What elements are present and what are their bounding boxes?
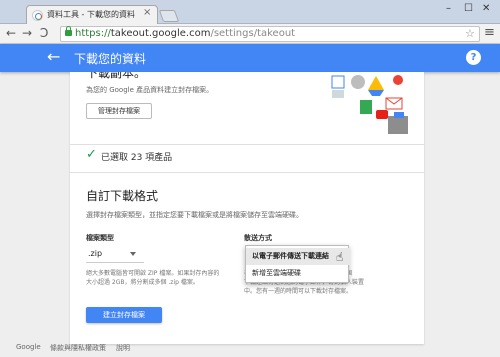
google-favicon-icon — [32, 10, 43, 21]
page-title: 下載您的資料 — [74, 52, 147, 66]
manage-archives-button[interactable]: 管理封存檔案 — [86, 103, 152, 119]
drive-icon-blue — [368, 90, 384, 96]
delivery-method-label: 散送方式 — [244, 234, 272, 242]
footer-help[interactable]: 說明 — [116, 343, 130, 353]
lock-icon — [65, 26, 72, 36]
create-archive-button[interactable]: 建立封存檔案 — [86, 307, 162, 323]
hand-cursor-icon: ☝ — [336, 250, 344, 264]
tab-close-icon[interactable]: × — [143, 7, 151, 18]
bookmark-star-icon[interactable]: ☆ — [465, 27, 475, 40]
browser-tab[interactable]: 資料工具 - 下載您的資料 × — [26, 5, 158, 25]
file-type-value: .zip — [88, 249, 103, 258]
customize-format-heading: 自訂下載格式 — [86, 189, 159, 203]
delivery-option-drive[interactable]: 新增至雲端硬碟 — [246, 265, 350, 282]
minimize-icon[interactable]: – — [446, 3, 451, 14]
contacts-icon — [332, 90, 344, 98]
youtube-icon — [376, 110, 388, 119]
browser-menu-icon[interactable]: ≡ — [484, 25, 495, 40]
photos-icon — [393, 75, 403, 85]
archive-description: 為您的 Google 產品資料建立封存檔案。 — [86, 86, 214, 94]
back-arrow-icon[interactable]: ← — [6, 26, 16, 40]
reload-icon[interactable]: C — [40, 26, 48, 40]
delivery-option-email[interactable]: 以電子郵件傳送下載連結 — [246, 248, 350, 265]
footer-terms-privacy[interactable]: 條款與隱私權政策 — [50, 343, 106, 353]
archive-heading: 下載副本。 — [86, 72, 147, 80]
delivery-method-dropdown[interactable]: 以電子郵件傳送下載連結 新增至雲端硬碟 — [245, 245, 350, 283]
url-text: https://takeout.google.com/settings/take… — [75, 28, 296, 39]
calendar-icon — [331, 75, 345, 89]
file-type-select[interactable]: .zip — [86, 247, 144, 263]
checkmark-icon: ✓ — [86, 147, 97, 162]
tab-strip: 資料工具 - 下載您的資料 × – ☐ ✕ — [0, 0, 500, 25]
customize-intro: 選擇封存檔案類型，並指定您要下載檔案或是將檔案儲存至雲端硬碟。 — [86, 211, 303, 219]
maps-icon — [360, 100, 372, 114]
close-window-icon[interactable]: ✕ — [482, 3, 490, 14]
new-tab-button[interactable] — [158, 10, 180, 22]
help-icon[interactable]: ? — [466, 50, 481, 65]
app-header: ← 下載您的資料 ? — [0, 44, 500, 72]
address-bar[interactable]: https://takeout.google.com/settings/take… — [60, 26, 480, 42]
forward-arrow-icon[interactable]: → — [22, 26, 32, 40]
dropdown-caret-icon — [130, 252, 136, 256]
browser-toolbar: ← → C https://takeout.google.com/setting… — [0, 24, 500, 44]
maximize-icon[interactable]: ☐ — [464, 3, 473, 14]
footer-google[interactable]: Google — [16, 343, 41, 351]
takeout-card: 下載副本。 為您的 Google 產品資料建立封存檔案。 管理封存檔案 ✓ 已選… — [70, 72, 424, 344]
profile-icon — [351, 75, 365, 89]
back-arrow-icon[interactable]: ← — [47, 47, 60, 66]
product-icons-illustration — [331, 75, 408, 134]
archive-section: 下載副本。 為您的 Google 產品資料建立封存檔案。 管理封存檔案 — [70, 72, 424, 144]
archive-box-icon — [388, 116, 408, 134]
drive-icon — [368, 76, 384, 90]
file-type-help: 絕大多數電腦皆可開啟 ZIP 檔案。如果封存內容的 大小超過 2GB，將分割成多… — [86, 270, 220, 286]
tab-title: 資料工具 - 下載您的資料 — [47, 10, 135, 19]
selected-products-count[interactable]: 已選取 23 項產品 — [101, 150, 172, 163]
file-type-label: 檔案類型 — [86, 234, 114, 242]
